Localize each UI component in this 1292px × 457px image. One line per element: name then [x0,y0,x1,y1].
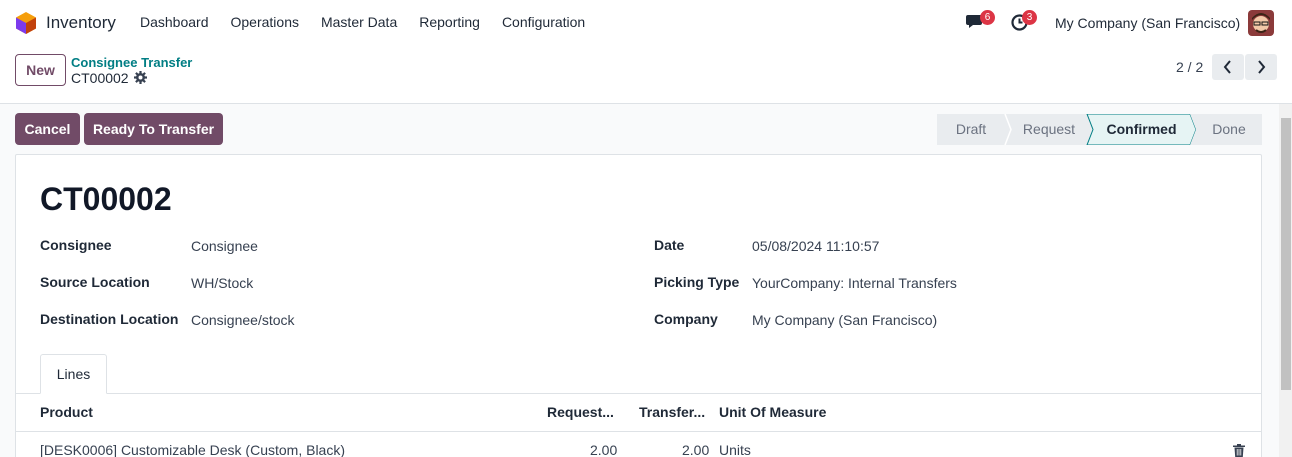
column-unit-of-measure[interactable]: Unit Of Measure [719,404,826,420]
stage-request[interactable]: Request [1011,114,1087,145]
destination-location-label: Destination Location [40,311,179,327]
activity-badge: 3 [1022,10,1037,25]
stage-confirmed[interactable]: Confirmed [1093,114,1190,145]
column-transferred[interactable]: Transfer... [639,404,705,420]
chat-badge: 6 [980,10,995,25]
record-title: CT00002 [40,181,172,217]
picking-type-label: Picking Type [654,274,740,290]
menu-operations[interactable]: Operations [231,14,299,30]
cancel-button[interactable]: Cancel [15,113,80,145]
inventory-logo-icon[interactable] [16,12,36,34]
breadcrumb-current: CT00002 [71,70,129,86]
company-label: Company [654,311,718,327]
scrollbar-thumb[interactable] [1281,118,1291,390]
company-field[interactable]: My Company (San Francisco) [752,312,937,328]
menu-dashboard[interactable]: Dashboard [140,14,209,30]
row-uom[interactable]: Units [719,442,751,457]
tab-lines[interactable]: Lines [40,354,107,394]
menu-reporting[interactable]: Reporting [419,14,480,30]
stage-draft[interactable]: Draft [937,114,1005,145]
destination-location-field[interactable]: Consignee/stock [191,312,295,328]
pager-next-button[interactable] [1245,54,1277,80]
main-menu: Dashboard Operations Master Data Reporti… [140,14,607,30]
source-location-field[interactable]: WH/Stock [191,275,253,291]
pager-value[interactable]: 2 / 2 [1176,59,1203,75]
consignee-field[interactable]: Consignee [191,238,258,254]
tab-underline [16,393,1261,394]
ready-to-transfer-button[interactable]: Ready To Transfer [84,113,223,145]
chevron-left-icon [1223,60,1231,74]
trash-icon[interactable] [1233,444,1245,457]
breadcrumb-parent[interactable]: Consignee Transfer [71,55,192,70]
date-field[interactable]: 05/08/2024 11:10:57 [752,238,879,254]
avatar-icon [1248,10,1274,36]
menu-master-data[interactable]: Master Data [321,14,397,30]
menu-configuration[interactable]: Configuration [502,14,585,30]
user-avatar[interactable] [1248,10,1274,36]
company-switcher[interactable]: My Company (San Francisco) [1055,15,1240,31]
column-product[interactable]: Product [40,404,93,420]
consignee-label: Consignee [40,237,112,253]
source-location-label: Source Location [40,274,150,290]
row-transferred[interactable]: 2.00 [682,442,709,457]
pager-previous-button[interactable] [1212,54,1244,80]
row-product[interactable]: [DESK0006] Customizable Desk (Custom, Bl… [40,442,345,457]
stage-done[interactable]: Done [1196,114,1262,145]
date-label: Date [654,237,685,253]
table-header-divider [16,431,1261,432]
column-requested[interactable]: Request... [547,404,614,420]
app-name[interactable]: Inventory [46,13,116,33]
top-navbar: Inventory Dashboard Operations Master Da… [0,0,1292,46]
gear-icon[interactable] [134,71,147,84]
chevron-right-icon [1258,60,1266,74]
new-button[interactable]: New [15,54,66,86]
row-requested[interactable]: 2.00 [590,442,617,457]
picking-type-field[interactable]: YourCompany: Internal Transfers [752,275,957,291]
